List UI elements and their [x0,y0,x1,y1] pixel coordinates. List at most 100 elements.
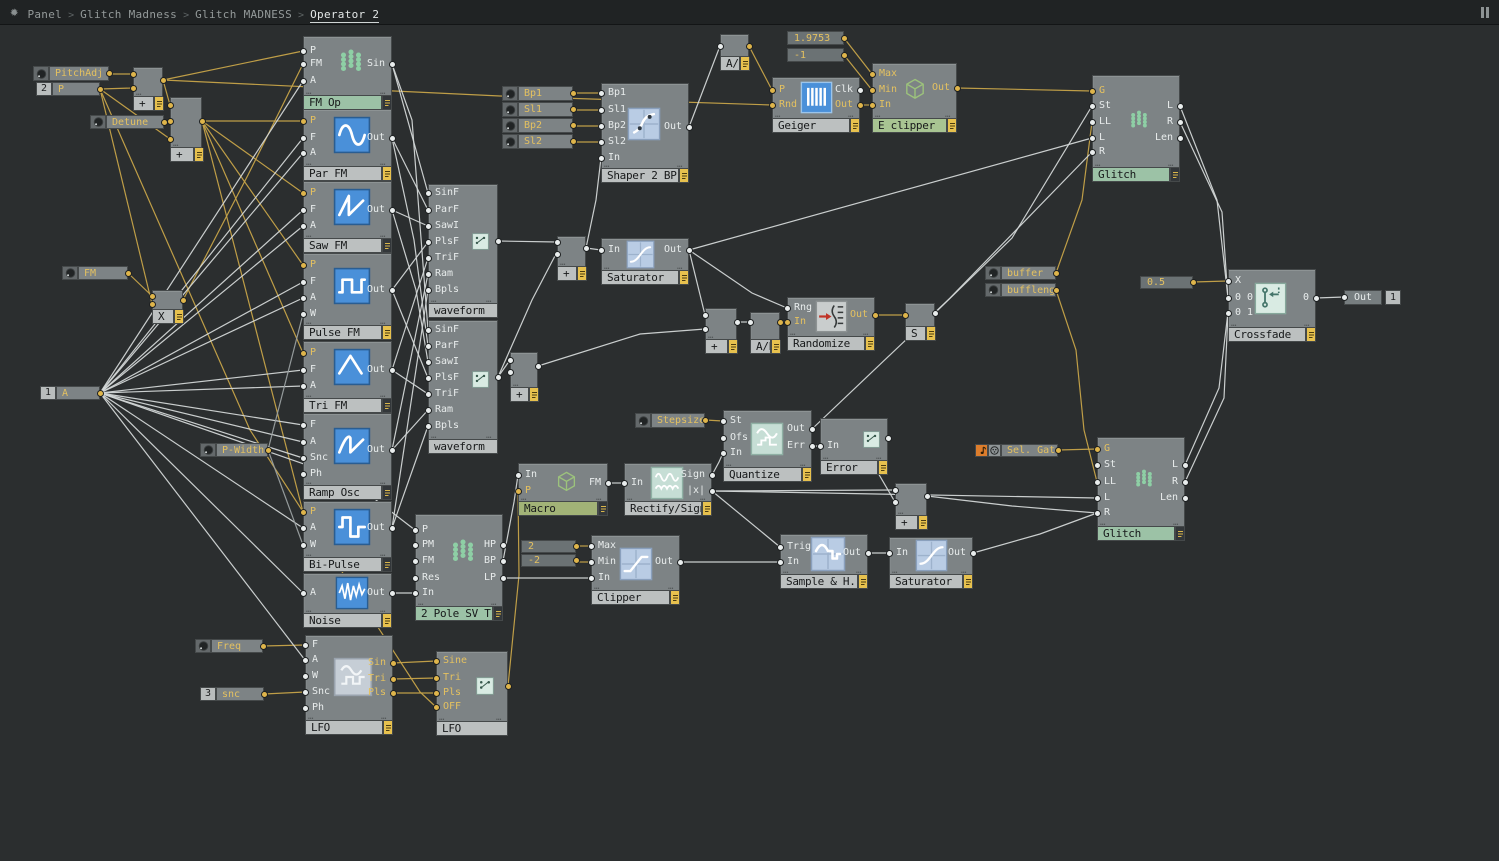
terminal-sel-gate-input[interactable]: Sel. Gate [1001,444,1058,457]
port-in-x-multiply[interactable] [149,301,156,308]
knob-icon[interactable] [635,413,651,428]
value-display-value-0-5[interactable]: 0.5 [1140,276,1193,289]
module-ae-1[interactable] [720,34,749,57]
module-add-1-label[interactable]: + [133,97,154,111]
module-glitch-1-label[interactable]: Glitch [1092,168,1170,182]
properties-grip-icon[interactable] [947,119,957,133]
breadcrumb-item-operator-2[interactable]: Operator 2 [310,7,380,23]
port-in-A-saw-fm[interactable] [300,223,307,230]
wire[interactable] [537,328,706,367]
properties-grip-icon[interactable] [740,57,750,71]
port-out-p-const[interactable] [97,86,104,93]
properties-grip-icon[interactable] [382,326,392,340]
port-in-FM-two-pole-sv-t[interactable] [412,558,419,565]
value-display-a-const[interactable]: 1 [40,386,56,400]
port-out-Out-noise[interactable] [389,590,396,597]
knob-icon[interactable] [62,266,78,280]
node-canvas[interactable]: P FM A Sin…… FM Op P F A Out…… Par FM P F A Out…… Saw … [0,0,1499,861]
port-in-Max-clipper[interactable] [588,543,595,550]
terminal-bp2-input[interactable]: Bp2 [518,118,573,133]
port-in-In-error[interactable] [817,443,824,450]
port-in-SawI-waveform-selector-2[interactable] [425,359,432,366]
wire[interactable] [99,225,304,394]
port-out-x-add-2[interactable] [199,118,206,125]
port-in-SinF-waveform-selector-1[interactable] [425,190,432,197]
port-in-x-add-6[interactable] [892,487,899,494]
wire[interactable] [99,392,304,426]
properties-grip-icon[interactable] [598,502,608,516]
port-in-R-glitch-1[interactable] [1089,149,1096,156]
port-out-Out-ramp-osc[interactable] [389,447,396,454]
port-in-P-par-fm[interactable] [300,118,307,125]
app-icon[interactable]: ✹ [10,5,18,19]
port-in-In-clipper[interactable] [588,575,595,582]
port-out-fm-input[interactable] [125,270,132,277]
port-out-Len-glitch-1[interactable] [1177,135,1184,142]
properties-grip-icon[interactable] [1175,527,1185,541]
port-out-x-lfo-selector[interactable] [505,683,512,690]
wire[interactable] [267,449,304,546]
port-in-0 0-crossfade[interactable] [1225,295,1232,302]
port-in-W-bi-pulse[interactable] [300,542,307,549]
port-in-ParF-waveform-selector-2[interactable] [425,343,432,350]
properties-grip-icon[interactable] [382,558,392,572]
module-saturator-1-label[interactable]: Saturator [601,271,679,285]
port-out-FM-macro[interactable] [605,480,612,487]
properties-grip-icon[interactable] [802,468,812,482]
module-glitch-2-label[interactable]: Glitch [1097,527,1175,541]
wire[interactable] [926,495,1098,514]
port-out-freq-input[interactable] [260,643,267,650]
port-in-x-add-2[interactable] [167,102,174,109]
knob-icon[interactable] [90,115,106,129]
port-in-In-quantize[interactable] [720,450,727,457]
port-in-A-bi-pulse[interactable] [300,525,307,532]
wire[interactable] [507,490,520,687]
port-out-Out-geiger[interactable] [857,102,864,109]
module-sample-and-hold-label[interactable]: Sample & H. [780,575,858,589]
module-geiger-label[interactable]: Geiger [772,119,850,133]
wire[interactable] [267,313,304,451]
wire[interactable] [391,289,429,529]
port-in-St-glitch-2[interactable] [1094,462,1101,469]
port-in-LL-glitch-2[interactable] [1094,479,1101,486]
properties-grip-icon[interactable] [382,614,392,628]
port-in-P-tri-fm[interactable] [300,350,307,357]
port-out-Out-quantize[interactable] [809,426,816,433]
value-display-out-channel-value[interactable]: 1 [1385,290,1401,305]
wire[interactable] [391,209,429,363]
port-in-F-saw-fm[interactable] [300,207,307,214]
port-in-Bpls-waveform-selector-2[interactable] [425,423,432,430]
port-in-In-e-clipper[interactable] [869,102,876,109]
port-out-Out-sample-and-hold[interactable] [865,550,872,557]
port-out-Sin-fm-op[interactable] [389,61,396,68]
terminal-sl1-input[interactable]: Sl1 [518,102,573,117]
properties-grip-icon[interactable] [493,607,503,621]
port-out-LP-two-pole-sv-t[interactable] [500,575,507,582]
wire[interactable] [391,425,429,529]
port-in-Tri-lfo-selector[interactable] [433,675,440,682]
properties-grip-icon[interactable] [1170,168,1180,182]
port-out-Pls-lfo-1[interactable] [390,690,397,697]
port-out-a-const[interactable] [97,390,104,397]
port-in-x-add-5[interactable] [702,312,709,319]
port-out-Err-quantize[interactable] [809,443,816,450]
properties-grip-icon[interactable] [858,575,868,589]
module-macro-label[interactable]: Macro [518,502,598,516]
properties-grip-icon[interactable] [154,97,164,111]
port-in-F-pulse-fm[interactable] [300,279,307,286]
port-out-x-add-1[interactable] [160,77,167,84]
knob-icon[interactable] [502,134,518,149]
port-out-sel-gate-input[interactable] [1055,447,1062,454]
module-ae-1-label[interactable]: A/E [720,57,740,71]
wire[interactable] [391,63,429,331]
port-out-stepsize-input[interactable] [702,417,709,424]
port-out-x-s-module[interactable] [932,310,939,317]
wire[interactable] [262,644,306,647]
port-out-value-1-9753[interactable] [841,35,848,42]
wire[interactable] [688,137,1093,251]
wire[interactable] [1055,121,1093,274]
wire[interactable] [934,105,1093,314]
breadcrumb-item-glitch-madness[interactable]: Glitch Madness [80,8,177,21]
port-in-PlsF-waveform-selector-1[interactable] [425,239,432,246]
module-ae-2[interactable] [750,312,780,340]
